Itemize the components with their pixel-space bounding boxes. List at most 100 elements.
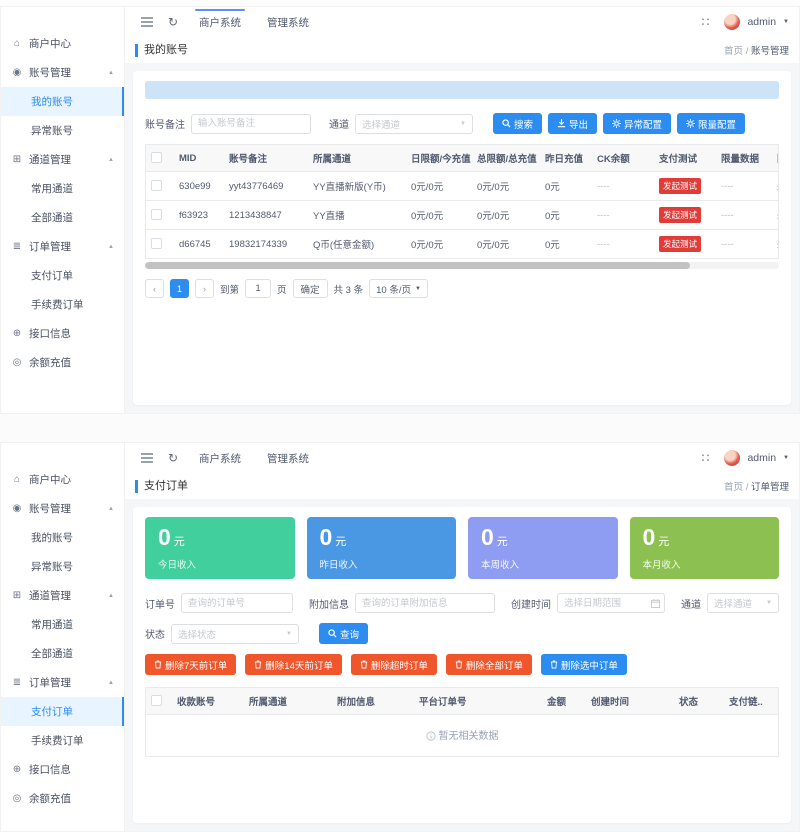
pay-test-button[interactable]: 发起测试: [659, 236, 701, 252]
sidebar-item-balance-recharge[interactable]: ◎余额充值: [1, 784, 124, 813]
channel-filter-select[interactable]: 选择通道▼: [355, 114, 473, 134]
sidebar-group-order-mgmt[interactable]: ≣订单管理▲: [1, 668, 124, 697]
col-account: 收款账号: [172, 688, 244, 715]
search-button-label: 搜索: [514, 117, 533, 131]
scrollbar-thumb[interactable]: [145, 262, 690, 269]
stat-unit: 元: [497, 536, 508, 548]
screenshot-my-accounts: ⌂商户中心 ◉账号管理▲ 我的账号 异常账号 ⊞通道管理▲ 常用通道 全部通道 …: [0, 6, 800, 414]
remark-filter-input[interactable]: [191, 114, 311, 134]
per-page-select[interactable]: 10 条/页▼: [369, 279, 428, 298]
sidebar-item-api-info[interactable]: ⊕接口信息: [1, 755, 124, 784]
refresh-icon[interactable]: ↻: [161, 447, 185, 469]
sidebar-item-pay-orders[interactable]: 支付订单: [1, 697, 124, 726]
stat-label: 本月收入: [643, 557, 767, 571]
delete-all-orders-button[interactable]: 删除全部订单: [446, 654, 532, 675]
sidebar-item-my-accounts[interactable]: 我的账号: [1, 523, 124, 552]
sidebar-item-merchant-center[interactable]: ⌂商户中心: [1, 465, 124, 494]
fullscreen-icon[interactable]: ∷: [693, 447, 717, 469]
breadcrumb-home[interactable]: 首页: [724, 46, 743, 57]
sidebar-item-api-info[interactable]: ⊕接口信息: [1, 319, 124, 348]
sidebar-group-account-mgmt[interactable]: ◉账号管理▲: [1, 494, 124, 523]
trash-icon: [254, 660, 262, 669]
total-count-label: 共 3 条: [334, 282, 364, 296]
tab-merchant-system[interactable]: 商户系统: [187, 447, 253, 470]
orders-table-wrap: 收款账号 所属通道 附加信息 平台订单号 金额 创建时间 状态 支付链.. 暂无…: [145, 687, 779, 757]
cell-yesterday: 0元: [540, 201, 592, 230]
menu-collapse-icon[interactable]: [135, 447, 159, 469]
date-range-input[interactable]: [557, 593, 665, 613]
row-checkbox[interactable]: [151, 238, 162, 249]
sidebar-group-order-mgmt[interactable]: ≣订单管理▲: [1, 232, 124, 261]
row-checkbox[interactable]: [151, 209, 162, 220]
sidebar-item-label: 手续费订单: [31, 733, 84, 748]
sidebar-item-fee-orders[interactable]: 手续费订单: [1, 290, 124, 319]
search-button[interactable]: 搜索: [493, 113, 542, 134]
cell-ck: ----: [592, 201, 654, 230]
download-icon: [557, 119, 566, 128]
select-all-checkbox[interactable]: [151, 152, 162, 163]
sidebar-item-fee-orders[interactable]: 手续费订单: [1, 726, 124, 755]
sidebar-item-my-accounts[interactable]: 我的账号: [1, 87, 124, 116]
screenshot-pay-orders: ⌂商户中心 ◉账号管理▲ 我的账号 异常账号 ⊞通道管理▲ 常用通道 全部通道 …: [0, 442, 800, 832]
goto-page-input[interactable]: [245, 279, 271, 298]
cell-limit-status: 未设定限量: [772, 230, 779, 259]
pay-test-button[interactable]: 发起测试: [659, 178, 701, 194]
trash-icon: [360, 660, 368, 669]
fullscreen-icon[interactable]: ∷: [693, 11, 717, 33]
pay-test-button[interactable]: 发起测试: [659, 207, 701, 223]
chevron-up-icon: ▲: [108, 244, 118, 250]
attach-info-input[interactable]: [355, 593, 495, 613]
sidebar-item-common-channels[interactable]: 常用通道: [1, 174, 124, 203]
next-page-button[interactable]: ›: [195, 279, 214, 298]
user-menu[interactable]: admin: [747, 16, 776, 28]
export-button[interactable]: 导出: [548, 113, 597, 134]
delete-7day-orders-button[interactable]: 删除7天前订单: [145, 654, 236, 675]
tab-admin-system[interactable]: 管理系统: [255, 447, 321, 470]
tab-admin-system[interactable]: 管理系统: [255, 11, 321, 34]
coin-icon: ◎: [11, 793, 23, 804]
abnormal-config-button[interactable]: 异常配置: [603, 113, 671, 134]
breadcrumb-home[interactable]: 首页: [724, 482, 743, 493]
sidebar: ⌂商户中心 ◉账号管理▲ 我的账号 异常账号 ⊞通道管理▲ 常用通道 全部通道 …: [1, 7, 125, 413]
row-checkbox[interactable]: [151, 180, 162, 191]
sidebar-item-pay-orders[interactable]: 支付订单: [1, 261, 124, 290]
delete-selected-orders-button[interactable]: 删除选中订单: [541, 654, 627, 675]
coin-icon: ◎: [11, 357, 23, 368]
avatar[interactable]: [724, 14, 740, 30]
sidebar-item-abnormal-accounts[interactable]: 异常账号: [1, 116, 124, 145]
sidebar-item-common-channels[interactable]: 常用通道: [1, 610, 124, 639]
accounts-card: 账号备注 通道 选择通道▼ 搜索 导出 异常配置 限量配置 MID: [133, 71, 791, 405]
status-filter-select[interactable]: 选择状态▼: [171, 624, 299, 644]
query-button[interactable]: 查询: [319, 623, 368, 644]
limit-config-button[interactable]: 限量配置: [677, 113, 745, 134]
chevron-down-icon[interactable]: ▼: [783, 19, 789, 25]
tab-merchant-system[interactable]: 商户系统: [187, 11, 253, 34]
stat-label: 昨日收入: [320, 557, 444, 571]
sidebar-group-channel-mgmt[interactable]: ⊞通道管理▲: [1, 145, 124, 174]
sidebar-item-abnormal-accounts[interactable]: 异常账号: [1, 552, 124, 581]
cell-total: 0元/0元: [472, 230, 540, 259]
sidebar-item-merchant-center[interactable]: ⌂商户中心: [1, 29, 124, 58]
sidebar-group-account-mgmt[interactable]: ◉账号管理▲: [1, 58, 124, 87]
prev-page-button[interactable]: ‹: [145, 279, 164, 298]
sidebar-item-all-channels[interactable]: 全部通道: [1, 639, 124, 668]
sidebar-item-balance-recharge[interactable]: ◎余额充值: [1, 348, 124, 377]
breadcrumb-current: 账号管理: [751, 46, 789, 57]
select-all-checkbox[interactable]: [151, 695, 162, 706]
sidebar-item-label: 商户中心: [29, 36, 71, 51]
channel-filter-select[interactable]: 选择通道▼: [707, 593, 779, 613]
sidebar-group-channel-mgmt[interactable]: ⊞通道管理▲: [1, 581, 124, 610]
sidebar-item-all-channels[interactable]: 全部通道: [1, 203, 124, 232]
order-no-input[interactable]: [181, 593, 293, 613]
delete-timeout-orders-button[interactable]: 删除超时订单: [351, 654, 437, 675]
goto-confirm-button[interactable]: 确定: [293, 279, 328, 298]
refresh-icon[interactable]: ↻: [161, 11, 185, 33]
avatar[interactable]: [724, 450, 740, 466]
page-1-button[interactable]: 1: [170, 279, 189, 298]
page-header: 支付订单 首页 / 订单管理: [125, 473, 799, 499]
chevron-down-icon[interactable]: ▼: [783, 455, 789, 461]
user-menu[interactable]: admin: [747, 452, 776, 464]
main-area: ↻ 商户系统 管理系统 ∷ admin ▼ 我的账号 首页 / 账号管理 账号备…: [125, 7, 799, 413]
delete-14day-orders-button[interactable]: 删除14天前订单: [245, 654, 342, 675]
menu-collapse-icon[interactable]: [135, 11, 159, 33]
